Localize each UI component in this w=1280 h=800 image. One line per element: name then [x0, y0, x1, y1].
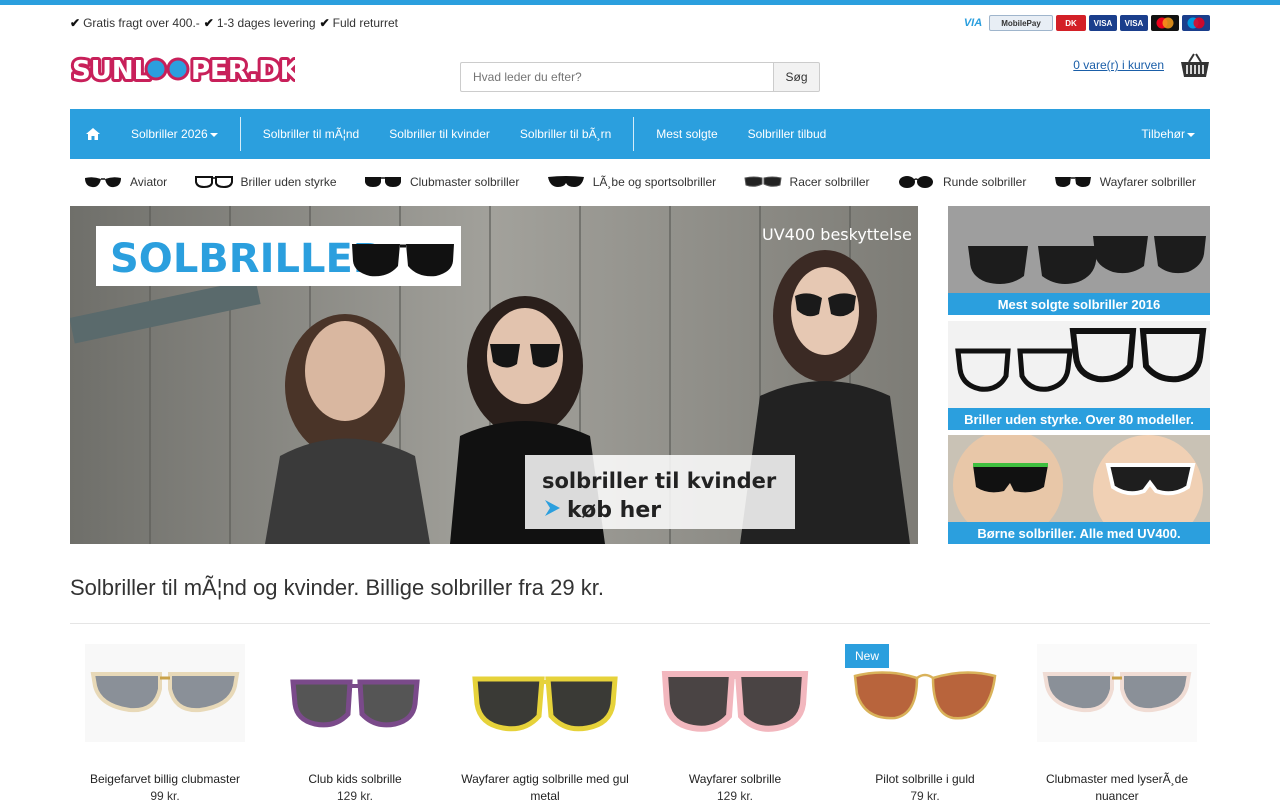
top-accent-stripe	[0, 0, 1280, 5]
product-price: 129 kr.	[716, 789, 754, 800]
search-form: Søg	[460, 62, 820, 92]
hero-banner-women[interactable]: SOLBRILLER UV400 beskyttelse solbriller …	[70, 206, 918, 544]
product-image[interactable]: New	[845, 644, 1005, 769]
product-name[interactable]: Club kids solbrille	[265, 771, 445, 788]
main-nav: Solbriller 2026 Solbriller til mÃ¦nd Sol…	[70, 109, 1210, 159]
hero-uv-text: UV400 beskyttelse	[762, 225, 912, 244]
nav-item-accessories[interactable]: Tilbehør	[1126, 127, 1210, 141]
product-card[interactable]: Wayfarer solbrille 129 kr.	[645, 644, 825, 800]
category-row: Aviator Briller uden styrke Clubmaster s…	[70, 166, 1210, 198]
side-banner-bestsellers[interactable]: Mest solgte solbriller 2016	[948, 206, 1210, 315]
product-card[interactable]: New Pilot solbrille i guld 79 kr.	[835, 644, 1015, 800]
side-banner-no-strength[interactable]: Briller uden styrke. Over 80 modeller.	[948, 321, 1210, 430]
side-banner-caption: Briller uden styrke. Over 80 modeller.	[948, 408, 1210, 430]
nav-item-offers[interactable]: Solbriller tilbud	[733, 127, 842, 141]
basket-icon[interactable]	[1180, 52, 1210, 78]
usp-item: ✔ Fuld returret	[319, 16, 398, 30]
new-badge: New	[845, 644, 890, 668]
product-image[interactable]	[655, 644, 815, 769]
product-name[interactable]: Wayfarer agtig solbrille med gul metal	[455, 771, 635, 800]
hero-line1: solbriller til kvinder	[542, 469, 777, 493]
round-glasses-icon	[898, 176, 933, 188]
cart-summary: 0 vare(r) i kurven	[1073, 52, 1210, 78]
category-aviator[interactable]: Aviator	[84, 175, 167, 189]
product-image[interactable]	[465, 644, 625, 769]
clear-glasses-icon	[194, 176, 233, 189]
category-clubmaster[interactable]: Clubmaster solbriller	[364, 175, 519, 189]
check-icon: ✔	[203, 16, 214, 30]
check-icon: ✔	[70, 16, 81, 30]
home-icon[interactable]	[70, 127, 116, 141]
hero-title: SOLBRILLER	[110, 236, 384, 282]
payment-logos: VIA MobilePay DK VISA VISA	[960, 15, 1210, 31]
via-logo: VIA	[963, 17, 983, 29]
site-header: SUNL SUNL PER.DK PER.DK Søg 0 vare(r) i …	[69, 48, 1210, 98]
info-bar: ✔ Gratis fragt over 400.- ✔ 1-3 dages leve…	[70, 12, 1210, 34]
category-running-sport[interactable]: LÃ¸be og sportsolbriller	[547, 175, 716, 189]
nav-item-women[interactable]: Solbriller til kvinder	[374, 127, 505, 141]
product-name[interactable]: Pilot solbrille i guld	[835, 771, 1015, 788]
product-card[interactable]: Clubmaster med lyserÃ¸de nuancer	[1027, 644, 1207, 800]
svg-text:SUNL: SUNL	[72, 56, 150, 86]
nav-item-solbriller-2026[interactable]: Solbriller 2026	[116, 127, 233, 141]
maestro-logo	[1182, 15, 1210, 31]
aviator-glasses-icon	[85, 177, 121, 188]
nav-divider	[239, 117, 241, 151]
page-title: Solbriller til mÃ¦nd og kvinder. Billige…	[70, 575, 604, 600]
side-banner-caption: Børne solbriller. Alle med UV400.	[948, 522, 1210, 544]
product-price: 129 kr.	[336, 789, 374, 800]
search-button[interactable]: Søg	[773, 62, 820, 92]
category-racer[interactable]: Racer solbriller	[743, 175, 870, 189]
product-name[interactable]: Wayfarer solbrille	[645, 771, 825, 788]
racer-glasses-icon	[743, 176, 782, 187]
product-card[interactable]: Wayfarer agtig solbrille med gul metal	[455, 644, 635, 800]
product-card[interactable]: Club kids solbrille 129 kr.	[265, 644, 445, 800]
caret-down-icon	[1187, 132, 1195, 137]
nav-divider	[633, 117, 635, 151]
nav-item-men[interactable]: Solbriller til mÃ¦nd	[248, 127, 374, 141]
usp-item: ✔ Gratis fragt over 400.-	[70, 16, 200, 30]
site-logo[interactable]: SUNL SUNL PER.DK PER.DK	[69, 52, 304, 89]
search-input[interactable]	[460, 62, 773, 92]
caret-down-icon	[209, 132, 218, 137]
category-round[interactable]: Runde solbriller	[897, 175, 1026, 189]
cart-link[interactable]: 0 vare(r) i kurven	[1073, 58, 1164, 72]
product-name[interactable]: Beigefarvet billig clubmaster	[75, 771, 255, 788]
product-price: 99 kr.	[150, 789, 180, 800]
product-name[interactable]: Clubmaster med lyserÃ¸de nuancer	[1027, 771, 1207, 800]
check-icon: ✔	[319, 16, 330, 30]
usp-item: ✔ 1-3 dages levering	[203, 16, 316, 30]
divider	[70, 623, 1210, 624]
product-image[interactable]	[1037, 644, 1197, 769]
mastercard-circles-icon	[1156, 17, 1174, 29]
product-price: 79 kr.	[910, 789, 940, 800]
product-image[interactable]	[275, 644, 435, 769]
side-banner-kids[interactable]: Børne solbriller. Alle med UV400.	[948, 435, 1210, 544]
category-wayfarer[interactable]: Wayfarer solbriller	[1054, 175, 1196, 189]
nav-item-kids[interactable]: Solbriller til bÃ¸rn	[505, 127, 626, 141]
category-no-strength[interactable]: Briller uden styrke	[194, 175, 337, 189]
product-image[interactable]	[85, 644, 245, 769]
sport-glasses-icon	[547, 176, 584, 187]
mastercard-logo	[1151, 15, 1179, 31]
product-card[interactable]: Beigefarvet billig clubmaster 99 kr.	[75, 644, 255, 800]
dankort-logo: DK	[1056, 15, 1086, 31]
sunlooper-logo-icon: SUNL SUNL PER.DK PER.DK	[69, 53, 304, 89]
hero-banner-image: SOLBRILLER UV400 beskyttelse solbriller …	[70, 206, 918, 544]
visa-logo: VISA	[1120, 15, 1148, 31]
usp-list: ✔ Gratis fragt over 400.- ✔ 1-3 dages leve…	[70, 16, 398, 30]
nav-item-bestsellers[interactable]: Mest solgte	[641, 127, 732, 141]
side-banner-caption: Mest solgte solbriller 2016	[948, 293, 1210, 315]
hero-line2: køb her	[567, 498, 661, 523]
clubmaster-glasses-icon	[364, 177, 401, 187]
maestro-circles-icon	[1187, 17, 1205, 29]
visa-electron-logo: VISA	[1089, 15, 1117, 31]
mobilepay-logo: MobilePay	[989, 15, 1053, 31]
svg-text:PER.DK: PER.DK	[191, 56, 295, 86]
wayfarer-glasses-icon	[1054, 177, 1091, 187]
